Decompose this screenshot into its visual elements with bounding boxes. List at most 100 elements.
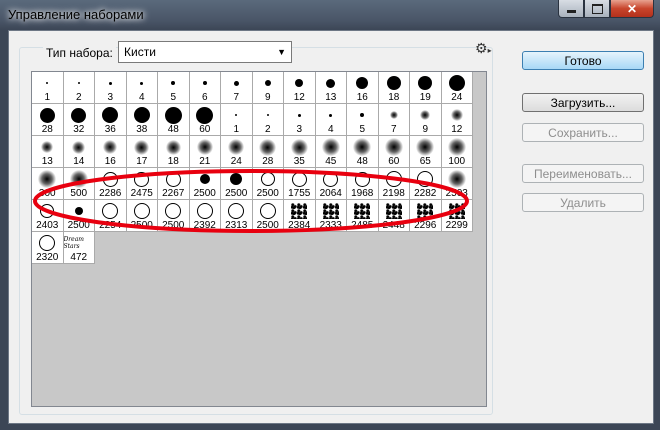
brush-preset-item[interactable]: 6 — [189, 72, 221, 104]
brush-tip-icon: Dream Stars — [64, 234, 95, 252]
brush-size-label: 16 — [356, 92, 368, 103]
minimize-button[interactable] — [558, 0, 584, 18]
brush-tip-icon — [32, 138, 63, 156]
brush-shape — [164, 106, 182, 124]
brush-preset-item[interactable]: 21 — [189, 136, 221, 168]
brush-preset-item[interactable]: 5 — [347, 104, 379, 136]
brush-preset-item[interactable]: 48 — [158, 104, 190, 136]
brush-preset-item[interactable]: 9 — [252, 72, 284, 104]
brush-preset-item[interactable]: 60 — [378, 136, 410, 168]
brush-preset-item[interactable]: 16 — [347, 72, 379, 104]
save-button[interactable]: Сохранить... — [522, 123, 644, 142]
brush-preset-item[interactable]: 45 — [315, 136, 347, 168]
brush-preset-item[interactable]: 5 — [158, 72, 190, 104]
close-button[interactable]: ✕ — [610, 0, 654, 18]
brush-tip-icon — [284, 138, 315, 156]
brush-shape — [321, 138, 340, 156]
brush-preset-item[interactable]: 13 — [32, 136, 64, 168]
brush-tip-icon — [347, 106, 378, 124]
brush-tip-icon — [158, 138, 189, 156]
brush-preset-item[interactable]: 12 — [284, 72, 316, 104]
brush-preset-item[interactable]: 12 — [441, 104, 473, 136]
brush-shape — [297, 113, 301, 117]
brush-size-label: 48 — [167, 124, 179, 135]
chevron-down-icon: ▼ — [277, 47, 286, 57]
brush-preset-item[interactable]: 9 — [410, 104, 442, 136]
brush-tip-icon — [221, 74, 252, 92]
brush-size-label: 1 — [44, 92, 51, 103]
brush-preset-item[interactable]: 2 — [252, 104, 284, 136]
brush-shape — [353, 138, 372, 156]
brush-tip-icon — [284, 74, 315, 92]
brush-preset-item[interactable]: 28 — [252, 136, 284, 168]
brush-preset-item[interactable]: 1 — [221, 104, 253, 136]
brush-shape — [134, 139, 150, 155]
brush-tip-icon — [442, 74, 473, 92]
brush-preset-item[interactable]: 3 — [95, 72, 127, 104]
rename-button[interactable]: Переименовать... — [522, 164, 644, 183]
brush-preset-item[interactable]: 28 — [32, 104, 64, 136]
brush-preset-item[interactable]: 100 — [441, 136, 473, 168]
load-button[interactable]: Загрузить... — [522, 93, 644, 112]
brush-size-label: 12 — [451, 124, 463, 135]
brush-preset-item[interactable]: 24 — [221, 136, 253, 168]
brush-preset-item[interactable]: 19 — [410, 72, 442, 104]
brush-preset-item[interactable]: 3 — [284, 104, 316, 136]
brush-preset-item[interactable]: 7 — [378, 104, 410, 136]
brush-size-label: 7 — [233, 92, 240, 103]
brush-size-label: 32 — [73, 124, 85, 135]
brush-shape — [108, 81, 112, 85]
dialog-window: Управление наборами ✕ Тип набора: Кисти … — [0, 0, 660, 430]
brush-shape — [77, 82, 80, 84]
brush-tip-icon — [253, 74, 284, 92]
preset-type-select[interactable]: Кисти ▼ — [118, 41, 292, 63]
brush-preset-item[interactable]: 7 — [221, 72, 253, 104]
brush-shape — [71, 107, 87, 123]
brush-preset-item[interactable]: 13 — [315, 72, 347, 104]
brush-size-label: 38 — [136, 124, 148, 135]
brush-size-label: 7 — [390, 124, 397, 135]
brush-preset-item[interactable]: 24 — [441, 72, 473, 104]
brush-preset-item[interactable]: 65 — [410, 136, 442, 168]
brush-preset-item[interactable]: Dream Stars 472 — [63, 232, 95, 264]
brush-preset-item[interactable]: 32 — [63, 104, 95, 136]
brush-preset-item[interactable]: 35 — [284, 136, 316, 168]
brush-preset-item[interactable]: 16 — [95, 136, 127, 168]
brush-shape — [329, 113, 333, 117]
brush-tip-icon — [95, 74, 126, 92]
brush-preset-item[interactable]: 36 — [95, 104, 127, 136]
brush-shape — [448, 75, 465, 91]
preset-type-label: Тип набора: — [43, 46, 116, 60]
brush-preset-item[interactable]: 2320 — [32, 232, 64, 264]
brush-preset-item[interactable]: 60 — [189, 104, 221, 136]
maximize-button[interactable] — [584, 0, 610, 18]
brush-preset-item[interactable]: 18 — [158, 136, 190, 168]
brush-preset-item[interactable]: 18 — [378, 72, 410, 104]
brush-size-label: 9 — [422, 124, 429, 135]
brush-tip-icon — [95, 106, 126, 124]
brush-tip-icon — [95, 138, 126, 156]
brush-shape — [450, 109, 463, 121]
brush-tip-icon — [190, 74, 221, 92]
brush-size-label: 4 — [327, 124, 334, 135]
brush-preset-item[interactable]: 38 — [126, 104, 158, 136]
brush-preset-list[interactable]: 1 2 3 4 5 6 7 9 12 13 16 18 19 24 28 32 36 38 48 60 1 2 3 4 5 7 9 1… — [31, 71, 487, 407]
brush-preset-item[interactable]: 4 — [126, 72, 158, 104]
brush-shape — [233, 80, 239, 86]
brush-preset-item[interactable]: 4 — [315, 104, 347, 136]
delete-button[interactable]: Удалить — [522, 193, 644, 212]
gear-icon[interactable]: ⚙▸ — [475, 40, 492, 57]
brush-preset-item[interactable]: 2 — [63, 72, 95, 104]
red-ellipse-annotation — [33, 169, 469, 233]
minimize-icon — [566, 10, 576, 13]
brush-preset-item[interactable]: 48 — [347, 136, 379, 168]
done-button[interactable]: Готово — [522, 51, 644, 70]
brush-size-label: 60 — [199, 124, 211, 135]
brush-preset-item[interactable]: 1 — [32, 72, 64, 104]
brush-shape — [295, 79, 304, 87]
brush-tip-icon — [64, 138, 95, 156]
brush-shape — [259, 138, 277, 156]
brush-preset-item[interactable]: 14 — [63, 136, 95, 168]
brush-preset-item[interactable]: 17 — [126, 136, 158, 168]
title-bar[interactable]: Управление наборами ✕ — [0, 0, 660, 30]
